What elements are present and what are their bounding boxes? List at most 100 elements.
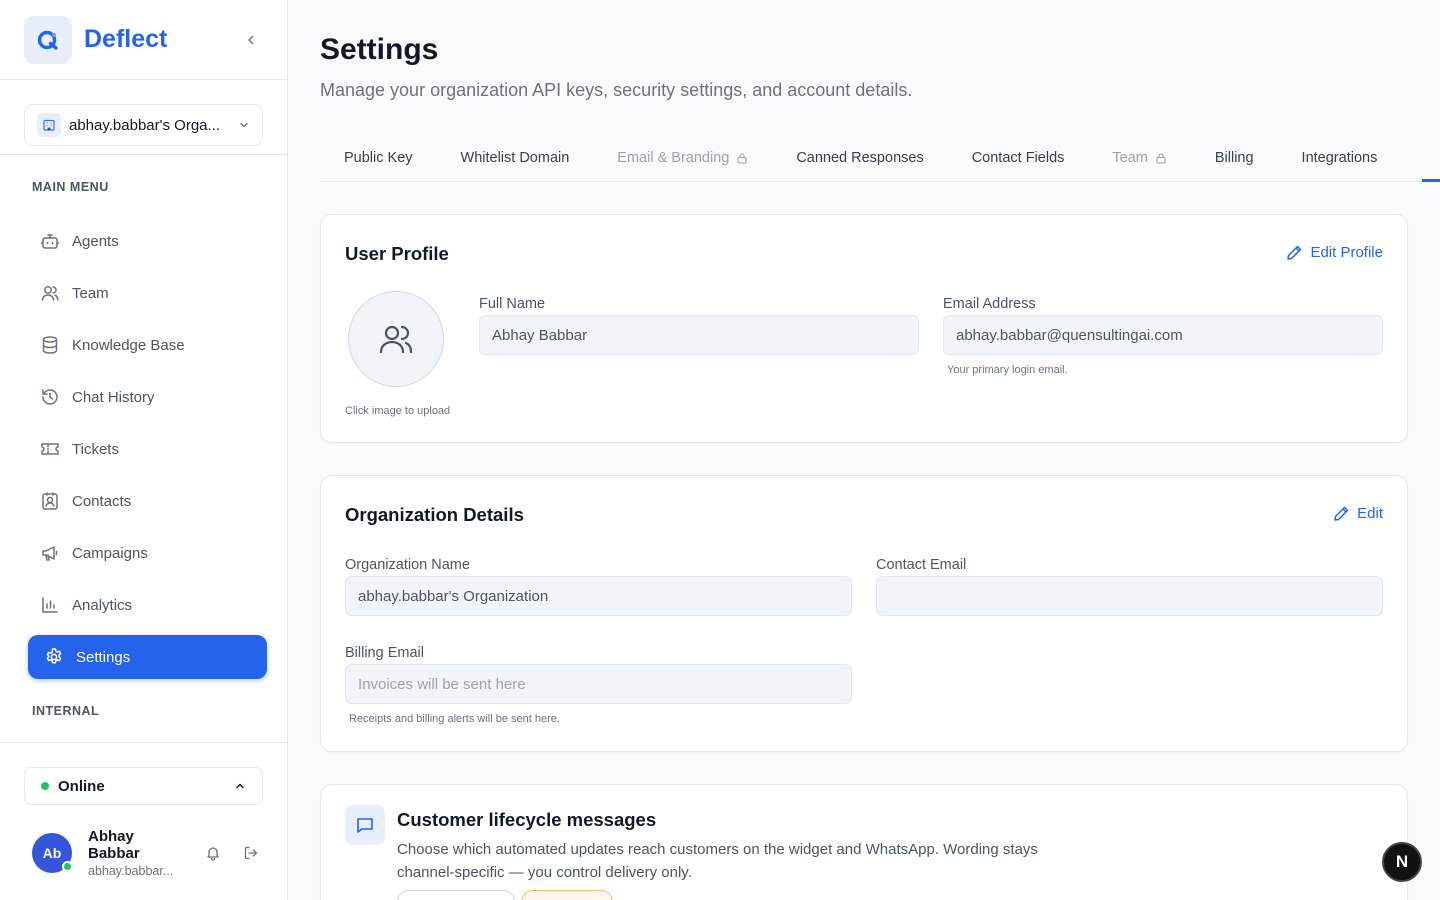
tab-public-key[interactable]: Public Key	[320, 134, 437, 182]
deflect-logo-icon[interactable]	[24, 15, 72, 64]
database-icon	[42, 336, 58, 354]
tab-label: Email & Branding	[617, 150, 730, 166]
organization-name: abhay.babbar's Orga...	[69, 116, 221, 134]
lifecycle-messages-card: Customer lifecycle messages Choose which…	[320, 784, 1408, 900]
full-name-field[interactable]: Abhay Babbar	[479, 315, 919, 355]
pencil-icon	[1287, 245, 1302, 260]
tab-billing[interactable]: Billing	[1191, 134, 1278, 182]
avatar-initials: Ab	[42, 845, 62, 861]
tab-whitelist-domain[interactable]: Whitelist Domain	[437, 134, 594, 182]
billing-email-label: Billing Email	[345, 645, 424, 661]
tab-label: Team	[1112, 150, 1148, 166]
tab-label: Public Key	[344, 150, 413, 166]
page-subtitle: Manage your organization API keys, secur…	[320, 80, 913, 100]
status-label: Online	[58, 777, 105, 795]
ticket-icon	[41, 443, 59, 455]
status-dot	[41, 782, 49, 790]
sidebar-item-chat-history[interactable]: Chat History	[28, 375, 267, 419]
dev-tools-badge[interactable]: N	[1382, 842, 1422, 882]
card-title: User Profile	[345, 243, 449, 264]
sidebar-item-label: Agents	[72, 232, 119, 250]
lifecycle-description: Choose which automated updates reach cus…	[397, 841, 1038, 881]
user-email: abhay.babbar...	[88, 864, 174, 878]
card-title: Organization Details	[345, 504, 524, 525]
sidebar-item-label: Campaigns	[72, 544, 148, 562]
email-address-field[interactable]: abhay.babbar@quensultingai.com	[943, 315, 1383, 355]
tab-label: Billing	[1214, 150, 1254, 166]
contact-email-field[interactable]	[876, 576, 1383, 616]
delivery-count-badge	[397, 890, 515, 900]
sidebar-item-analytics[interactable]: Analytics	[28, 583, 267, 627]
organization-details-card: Organization Details Edit Organization N…	[320, 475, 1408, 752]
contact-icon	[42, 492, 58, 510]
brand-header: Deflect	[0, 0, 287, 80]
sidebar-item-label: Team	[72, 284, 109, 302]
tab-contact-fields[interactable]: Contact Fields	[948, 134, 1089, 182]
message-square-icon	[345, 805, 385, 845]
sidebar-item-label: Settings	[76, 648, 131, 666]
edit-profile-label: Edit Profile	[1310, 244, 1383, 261]
billing-email-field[interactable]: Invoices will be sent here	[345, 664, 852, 704]
chart-icon	[42, 597, 58, 613]
tab-label: Integrations	[1301, 150, 1378, 166]
pencil-icon	[1334, 506, 1349, 521]
tab-email-branding[interactable]: Email & Branding	[593, 134, 772, 182]
tab-label: Canned Responses	[796, 150, 924, 166]
organization-name-field[interactable]: abhay.babbar's Organization	[345, 576, 852, 616]
avatar-online-indicator	[62, 861, 73, 872]
sidebar-item-tickets[interactable]: Tickets	[28, 427, 267, 471]
building-icon	[37, 113, 61, 137]
gear-icon	[46, 648, 62, 664]
edit-profile-button[interactable]: Edit Profile	[1286, 244, 1383, 261]
tab-label: Whitelist Domain	[460, 150, 570, 166]
sidebar-item-label: Tickets	[72, 440, 119, 458]
chevron-up-icon	[236, 783, 244, 789]
sidebar-item-label: Knowledge Base	[72, 336, 185, 354]
main-menu-heading: MAIN MENU	[32, 180, 109, 194]
sidebar-item-contacts[interactable]: Contacts	[28, 479, 267, 523]
tab-label: Contact Fields	[971, 150, 1065, 166]
tab-canned-responses[interactable]: Canned Responses	[772, 134, 947, 182]
users-icon	[379, 325, 413, 354]
edit-label: Edit	[1357, 505, 1383, 522]
sidebar-item-team[interactable]: Team	[28, 271, 267, 315]
bot-icon	[40, 234, 60, 249]
users-icon	[41, 286, 59, 301]
collapse-sidebar-button[interactable]	[239, 28, 263, 52]
settings-tabs: Public Key Whitelist Domain Email & Bran…	[320, 134, 1440, 182]
avatar[interactable]: Ab	[32, 833, 73, 873]
lock-icon	[737, 153, 747, 164]
sidebar-item-agents[interactable]: Agents	[28, 219, 267, 263]
lifecycle-title: Customer lifecycle messages	[397, 809, 657, 830]
main-nav: Agents Team Knowledge Base Chat History …	[28, 219, 267, 687]
chevron-down-icon	[240, 122, 248, 128]
sidebar-item-knowledge-base[interactable]: Knowledge Base	[28, 323, 267, 367]
logout-icon[interactable]	[239, 841, 263, 865]
status-selector[interactable]: Online	[24, 767, 263, 805]
sidebar-item-campaigns[interactable]: Campaigns	[28, 531, 267, 575]
user-name: Abhay Babbar	[88, 828, 140, 862]
bell-icon[interactable]	[201, 841, 225, 865]
lock-icon	[1156, 153, 1166, 164]
sidebar-item-label: Contacts	[72, 492, 132, 510]
history-icon	[42, 389, 58, 405]
profile-image-upload[interactable]	[348, 291, 444, 387]
page-title: Settings	[320, 33, 439, 66]
active-tab-indicator	[1422, 179, 1440, 182]
internal-heading: INTERNAL	[32, 704, 100, 718]
sidebar-footer: Online Ab Abhay Babbar abhay.babbar...	[0, 742, 287, 878]
organization-name-label: Organization Name	[345, 557, 470, 573]
sidebar-item-label: Chat History	[72, 388, 155, 406]
sidebar: Deflect abhay.babbar's Orga... MAIN MENU…	[0, 0, 288, 900]
tab-team[interactable]: Team	[1088, 134, 1190, 182]
sidebar-item-settings[interactable]: Settings	[28, 635, 267, 679]
upload-hint: Click image to upload	[345, 405, 451, 417]
tab-integrations[interactable]: Integrations	[1278, 134, 1402, 182]
edit-organization-button[interactable]: Edit	[1333, 505, 1383, 522]
user-profile-row: Ab Abhay Babbar abhay.babbar...	[24, 828, 263, 878]
megaphone-icon	[42, 546, 58, 561]
contact-email-label: Contact Email	[876, 557, 967, 573]
status-badge	[521, 890, 613, 900]
organization-switcher[interactable]: abhay.babbar's Orga...	[24, 104, 263, 146]
user-profile-card: User Profile Edit Profile Click image to…	[320, 214, 1408, 443]
